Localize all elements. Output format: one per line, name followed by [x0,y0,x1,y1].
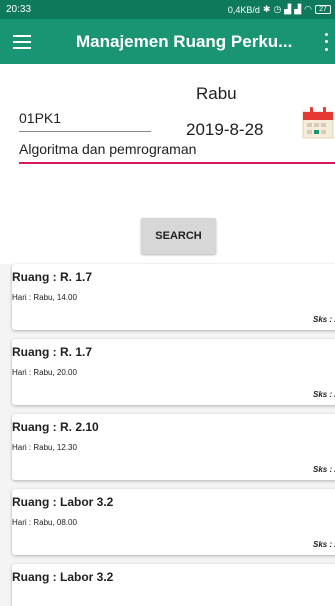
room-label: Ruang : Labor 3.2 [12,570,114,584]
wifi-icon: ◠ [304,4,312,14]
bluetooth-icon: ✱ [262,4,271,14]
day-time-label: Hari : Rabu, 20.00 [12,368,77,377]
day-label: Rabu [196,84,237,103]
sks-label: Sks : 2 [313,465,335,474]
network-speed: 0,4KB/d [227,4,260,15]
day-time-label: Hari : Rabu, 14.00 [12,293,77,302]
status-time: 20:33 [6,4,32,15]
app-bar: Manajemen Ruang Perku... [0,19,335,64]
search-button[interactable]: SEARCH [141,218,216,254]
list-item[interactable]: Ruang : Labor 3.2 Hari : Rabu, 08.00 Sks… [12,489,335,555]
more-vert-icon[interactable] [321,31,331,53]
status-icons: 0,4KB/d ✱ ◷ ▟ ▟ ◠ 27 [228,5,331,15]
hamburger-menu-icon[interactable] [0,19,44,64]
room-label: Ruang : R. 1.7 [12,270,93,284]
list-item[interactable]: Ruang : R. 1.7 Hari : Rabu, 14.00 Sks : … [12,264,335,330]
status-bar: 20:33 0,4KB/d ✱ ◷ ▟ ▟ ◠ 27 [0,0,335,19]
list-item[interactable]: Ruang : Labor 3.2 [12,564,335,606]
signal-icon-2: ▟ [294,4,302,14]
list-item[interactable]: Ruang : R. 1.7 Hari : Rabu, 20.00 Sks : … [12,339,335,405]
room-label: Ruang : Labor 3.2 [12,495,114,509]
sks-label: Sks : 2 [313,315,335,324]
signal-icon-1: ▟ [284,4,292,14]
app-title: Manajemen Ruang Perku... [76,31,293,51]
subject-input[interactable]: Algoritma dan pemrograman [19,138,335,164]
class-code-input[interactable]: 01PK1 [19,110,151,132]
battery-icon: 27 [315,5,331,14]
room-label: Ruang : R. 2.10 [12,420,99,434]
sks-label: Sks : 2 [313,390,335,399]
room-label: Ruang : R. 1.7 [12,345,93,359]
date-label: 2019-8-28 [186,120,264,139]
day-time-label: Hari : Rabu, 12.30 [12,443,77,452]
alarm-icon: ◷ [273,4,282,14]
list-item[interactable]: Ruang : R. 2.10 Hari : Rabu, 12.30 Sks :… [12,414,335,480]
calendar-icon[interactable] [301,104,335,140]
sks-label: Sks : 2 [313,540,335,549]
day-time-label: Hari : Rabu, 08.00 [12,518,77,527]
